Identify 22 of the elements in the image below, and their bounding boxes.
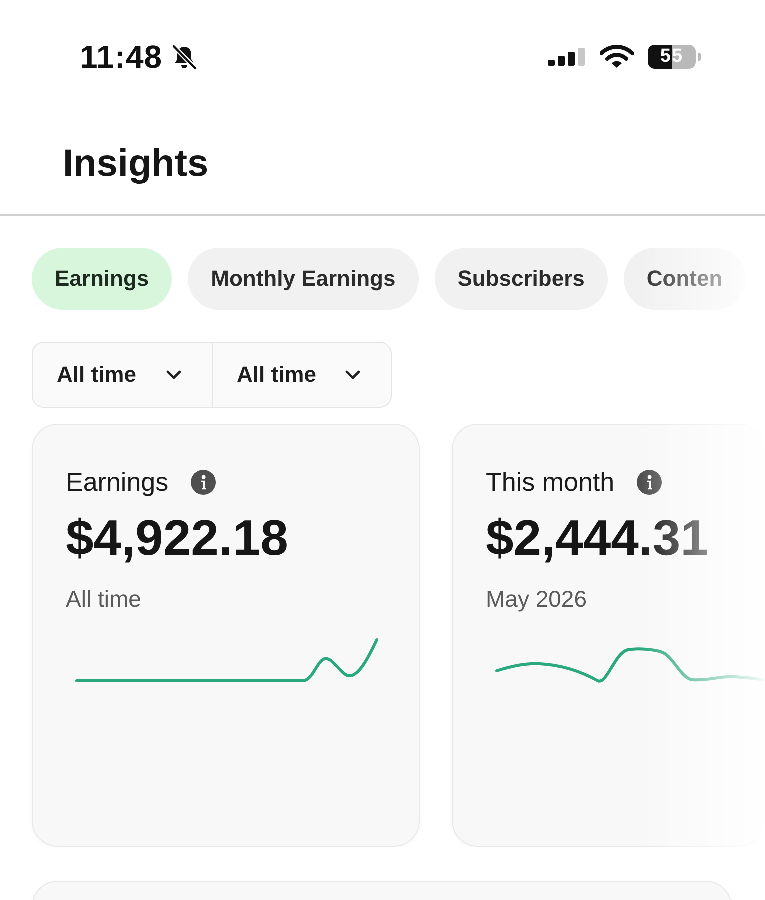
card-title: Earnings (66, 466, 169, 498)
category-tab[interactable]: Monthly Earnings (188, 248, 419, 310)
earnings-amount: $4,922.18 (66, 509, 290, 567)
chevron-down-icon (166, 370, 182, 380)
info-icon[interactable] (190, 470, 216, 494)
period-label: May 2026 (486, 585, 588, 613)
chevron-down-icon (345, 370, 361, 380)
page-title: Insights (63, 142, 209, 186)
category-tab[interactable]: Earnings (32, 248, 172, 310)
time-range-dropdown[interactable]: All time (212, 343, 391, 407)
bell-slash-icon (170, 44, 198, 70)
stat-card[interactable]: This month $2,444.31 May 2026 (452, 424, 765, 847)
card-title: This month (486, 466, 615, 498)
earnings-amount: $2,444.31 (486, 509, 710, 567)
status-time: 11:48 (80, 38, 163, 76)
stat-card[interactable]: Earnings $4,922.18 All time (32, 424, 420, 847)
wifi-icon (600, 45, 634, 69)
category-tab[interactable]: Subscribers (434, 248, 608, 310)
time-range-dropdown[interactable]: All time (33, 343, 212, 407)
signal-icon (548, 48, 586, 66)
period-label: All time (66, 585, 142, 613)
info-icon[interactable] (636, 470, 662, 494)
